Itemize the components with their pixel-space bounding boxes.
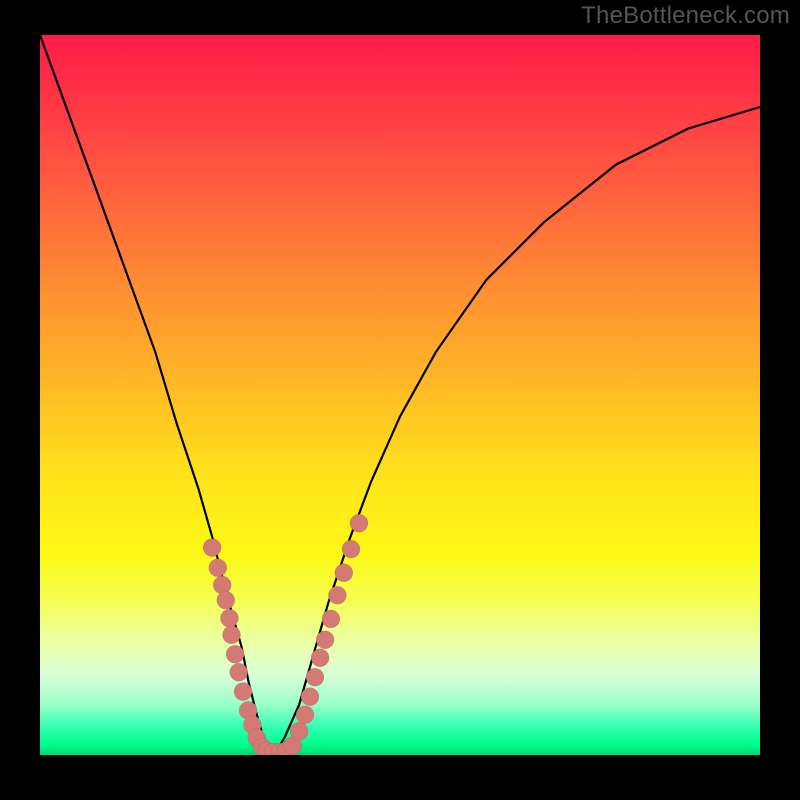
data-point (350, 514, 368, 532)
data-point (328, 586, 346, 604)
data-point (217, 591, 235, 609)
data-point (335, 564, 353, 582)
dot-group (203, 514, 368, 755)
bottleneck-curve (40, 35, 760, 749)
chart-frame: TheBottleneck.com (0, 0, 800, 800)
data-point (226, 645, 244, 663)
curve-layer (40, 35, 760, 755)
watermark-text: TheBottleneck.com (581, 2, 790, 30)
plot-area (40, 35, 760, 755)
data-point (220, 609, 238, 627)
data-point (316, 631, 334, 649)
data-point (203, 539, 221, 557)
data-point (290, 722, 308, 740)
data-point (209, 559, 227, 577)
data-point (342, 540, 360, 558)
data-point (230, 663, 248, 681)
data-point (322, 610, 340, 628)
data-point (301, 688, 319, 706)
data-point (306, 668, 324, 686)
data-point (311, 649, 329, 667)
data-point (223, 626, 241, 644)
data-point (234, 683, 252, 701)
data-point (296, 706, 314, 724)
